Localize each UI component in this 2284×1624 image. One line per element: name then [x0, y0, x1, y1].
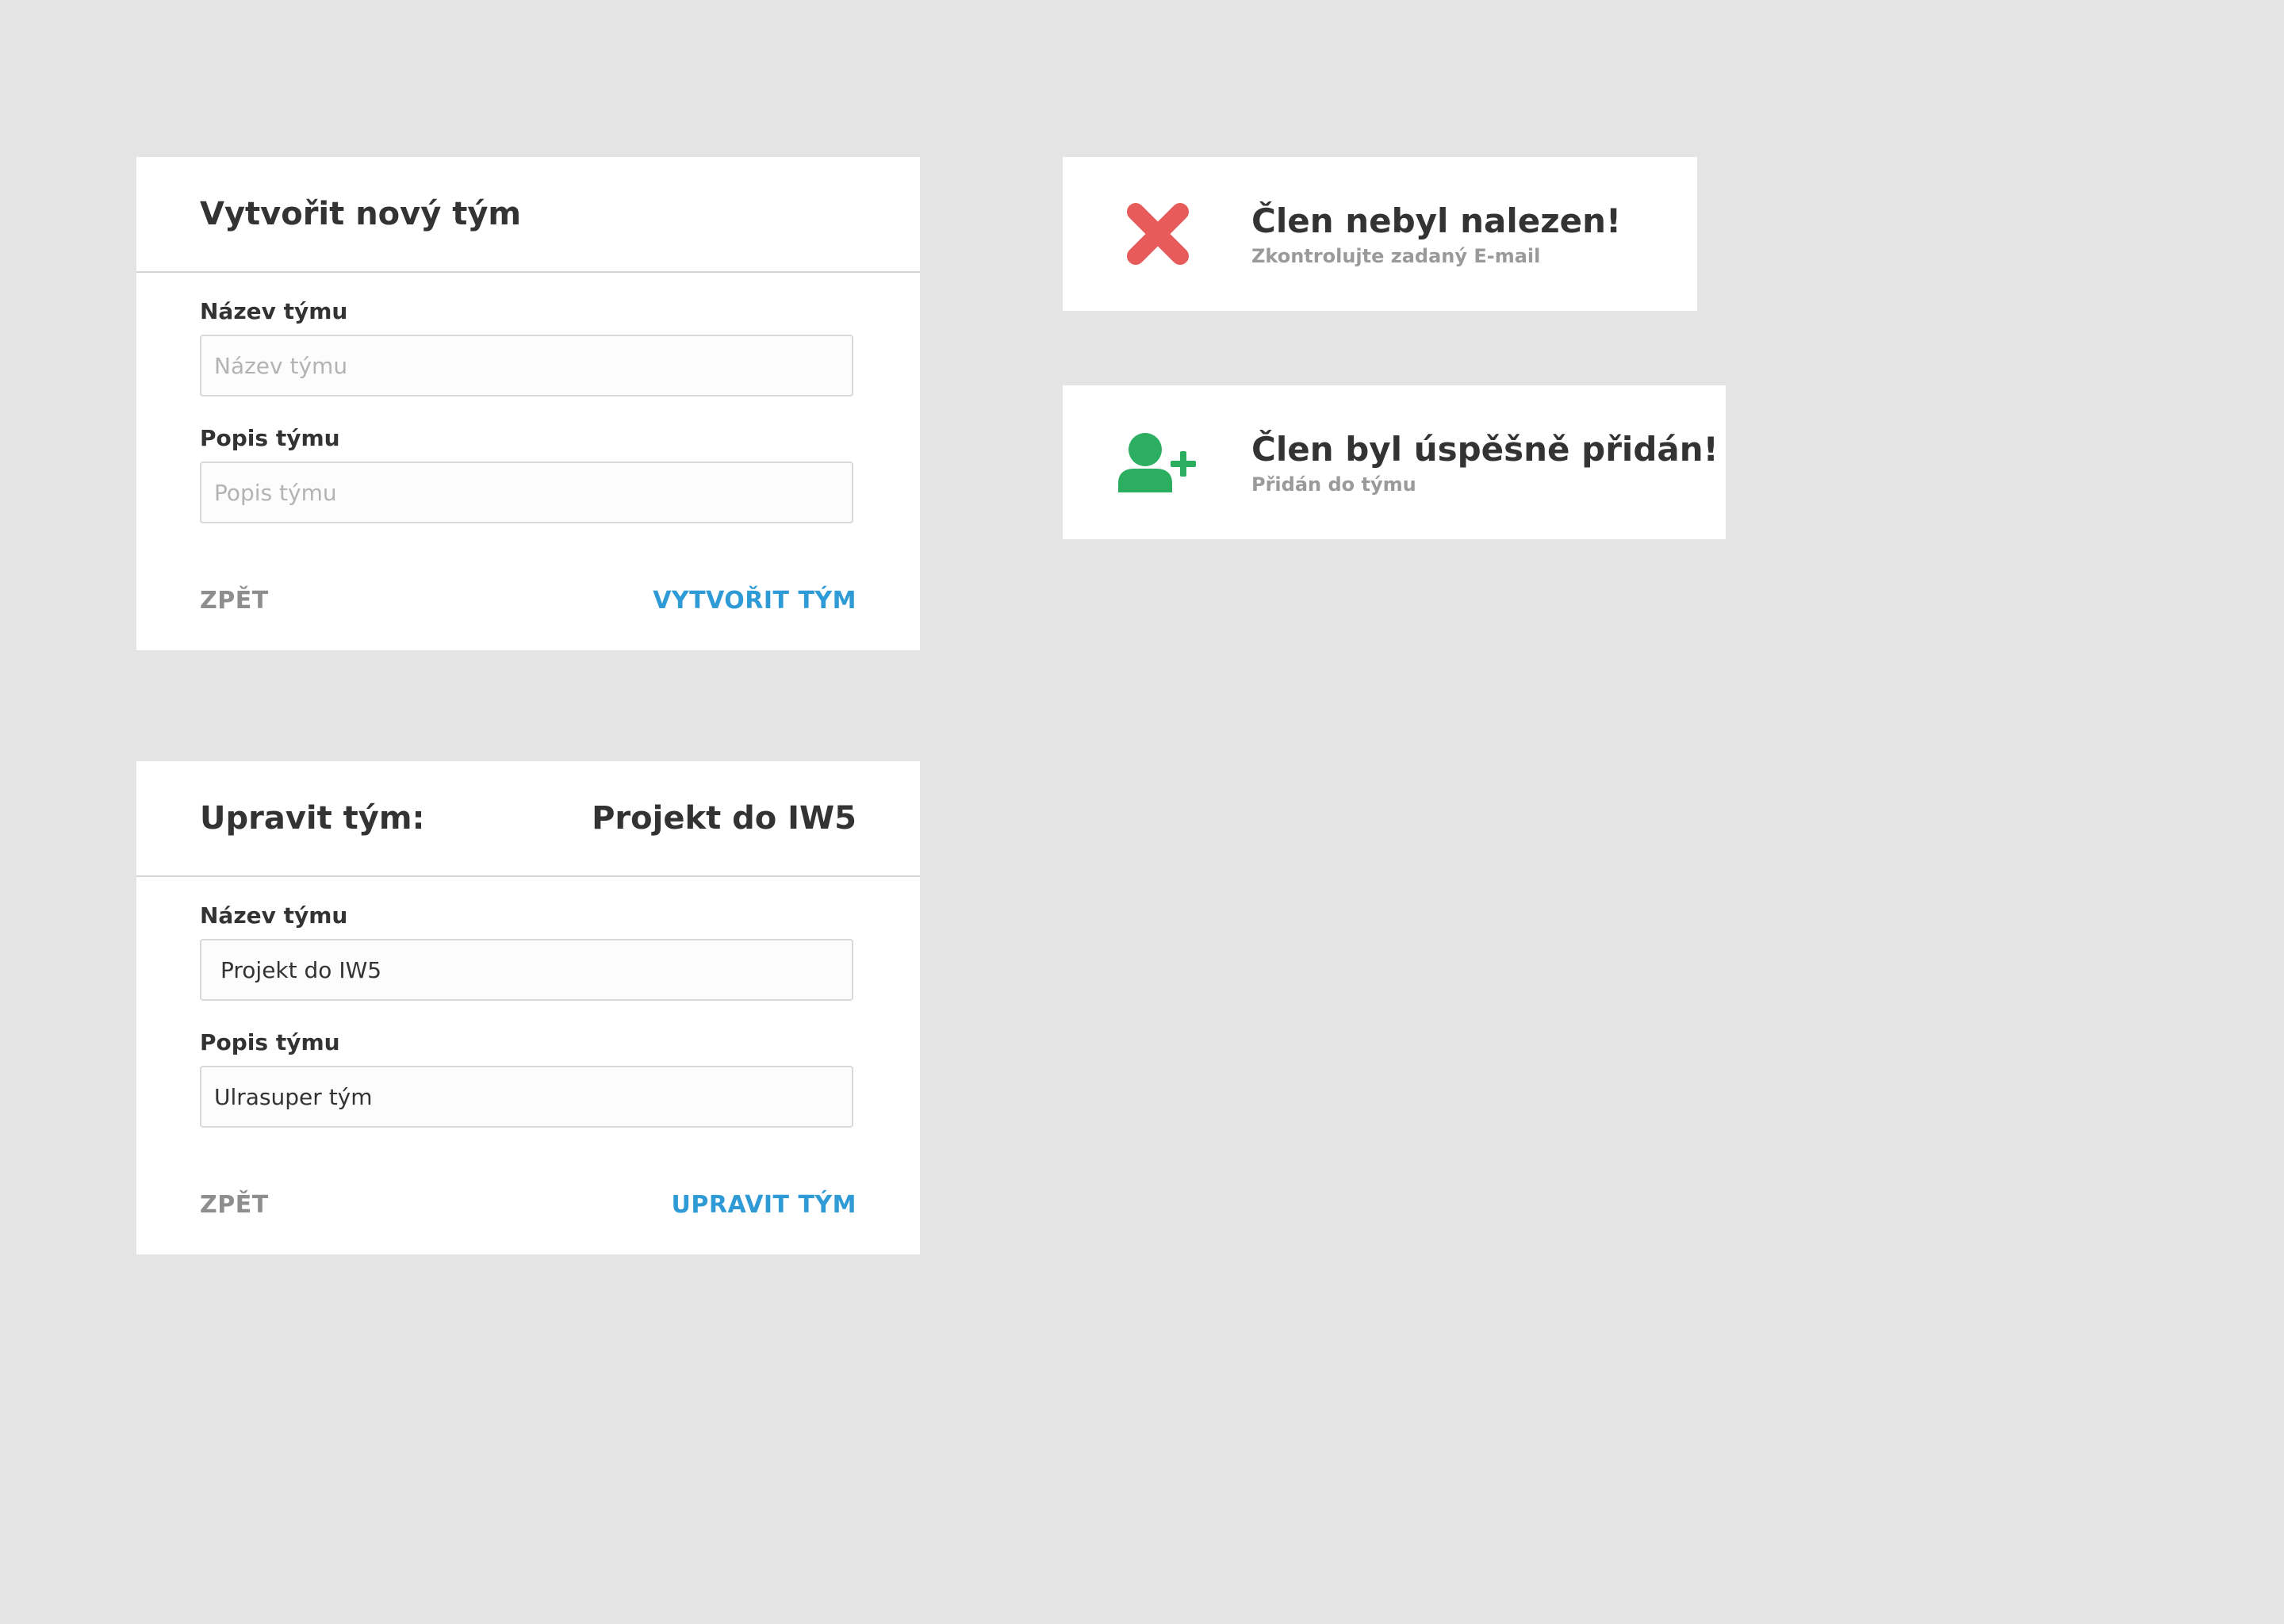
team-description-input[interactable] [200, 462, 853, 523]
edit-team-title: Upravit tým: [200, 800, 425, 837]
create-team-card: Vytvořit nový tým Název týmu Popis týmu … [136, 157, 920, 650]
team-name-input[interactable] [200, 335, 853, 396]
member-not-found-notification: Člen nebyl nalezen! Zkontrolujte zadaný … [1063, 157, 1697, 311]
close-icon-graphic [1127, 203, 1189, 265]
notification-text: Člen nebyl nalezen! Zkontrolujte zadaný … [1251, 201, 1621, 267]
team-description-label: Popis týmu [200, 425, 340, 451]
edit-team-actions: ZPĚT UPRAVIT TÝM [136, 1156, 920, 1219]
edit-team-button[interactable]: UPRAVIT TÝM [672, 1191, 856, 1219]
create-team-button[interactable]: VYTVOŘIT TÝM [653, 587, 856, 615]
team-name-label: Název týmu [200, 902, 348, 929]
team-description-label: Popis týmu [200, 1029, 340, 1055]
edit-team-name: Projekt do IW5 [592, 800, 856, 837]
notification-subtitle: Zkontrolujte zadaný E-mail [1251, 245, 1541, 267]
edit-team-header: Upravit tým: Projekt do IW5 [136, 761, 920, 877]
create-team-title: Vytvořit nový tým [200, 196, 522, 232]
team-name-input[interactable] [200, 939, 853, 1001]
notification-title: Člen byl úspěšně přidán! [1251, 430, 1719, 469]
notification-title: Člen nebyl nalezen! [1251, 201, 1622, 240]
create-team-actions: ZPĚT VYTVOŘIT TÝM [136, 552, 920, 615]
edit-team-card: Upravit tým: Projekt do IW5 Název týmu P… [136, 761, 920, 1254]
back-button[interactable]: ZPĚT [200, 1191, 269, 1219]
notification-text: Člen byl úspěšně přidán! Přidán do týmu [1251, 429, 1719, 496]
team-description-input[interactable] [200, 1066, 853, 1128]
edit-team-form: Název týmu Popis týmu [136, 877, 920, 1128]
create-team-form: Název týmu Popis týmu [136, 273, 920, 523]
member-added-notification: Člen byl úspěšně přidán! Přidán do týmu [1063, 385, 1726, 539]
create-team-header: Vytvořit nový tým [136, 157, 920, 273]
team-name-label: Název týmu [200, 298, 348, 324]
add-user-icon [1115, 419, 1201, 505]
add-user-icon-graphic [1118, 433, 1196, 492]
notification-subtitle: Přidán do týmu [1251, 473, 1416, 496]
back-button[interactable]: ZPĚT [200, 587, 269, 615]
close-icon [1115, 191, 1201, 277]
